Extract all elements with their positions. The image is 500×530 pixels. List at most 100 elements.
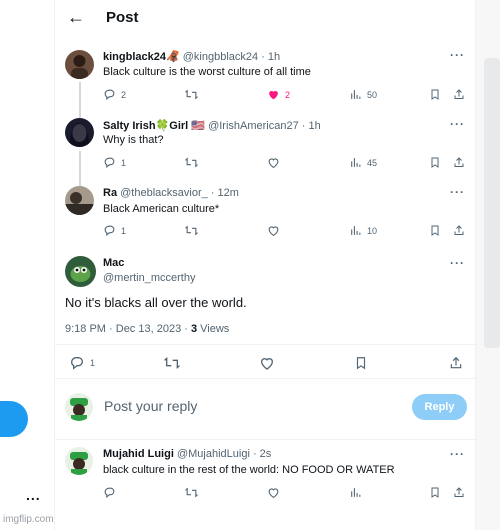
share-icon[interactable] (453, 486, 465, 499)
views-button[interactable]: 10 (349, 224, 377, 237)
author-name[interactable]: Mujahid Luigi (103, 448, 174, 460)
divider (55, 378, 477, 379)
author-handle[interactable]: @MujahidLuigi (177, 448, 250, 460)
author-name[interactable]: Salty Irish🍀Girl (103, 120, 188, 132)
reply-count: 2 (121, 89, 127, 100)
avatar[interactable] (65, 118, 94, 147)
views-icon (351, 90, 361, 99)
reply-button[interactable]: 2 (103, 88, 126, 101)
repost-button[interactable] (185, 486, 198, 499)
tweet-text: Black American culture* (103, 203, 220, 215)
reply-tweet[interactable]: Mujahid Luigi @MujahidLuigi · 2s ··· bla… (55, 444, 477, 510)
post-time[interactable]: · 1h (261, 51, 280, 63)
like-button[interactable] (259, 355, 275, 371)
repost-icon (164, 357, 180, 369)
author-handle[interactable]: @IrishAmerican27 (208, 120, 299, 132)
views-icon (351, 488, 361, 497)
like-button[interactable]: 2 (267, 88, 290, 101)
post-button[interactable] (0, 401, 28, 437)
repost-button[interactable] (185, 156, 198, 169)
reply-button[interactable]: 1 (103, 224, 126, 237)
search-bar[interactable] (484, 58, 500, 348)
tweet-text: black culture in the rest of the world: … (103, 464, 395, 476)
tweet-actions (103, 486, 467, 502)
post-time[interactable]: · 2s (253, 448, 271, 460)
post-text: No it's blacks all over the world. (65, 295, 247, 310)
more-icon[interactable]: ··· (450, 117, 465, 131)
author-name[interactable]: kingblack24 (103, 51, 166, 63)
reply-icon (104, 225, 115, 236)
main-post: Mac @mertin_mccerthy ··· No it's blacks … (55, 254, 477, 378)
tweet-text: Black culture is the worst culture of al… (103, 66, 311, 78)
more-icon[interactable]: ··· (450, 447, 465, 461)
thread-tweet[interactable]: Salty Irish🍀Girl 🇺🇸 @IrishAmerican27 · 1… (55, 115, 477, 189)
bookmark-icon[interactable] (429, 88, 441, 101)
reply-icon (104, 157, 115, 168)
thread-tweet[interactable]: Ra @theblacksavior_ · 12m ··· Black Amer… (55, 184, 477, 250)
share-icon[interactable] (453, 156, 465, 169)
views-button[interactable]: 45 (349, 156, 377, 169)
author-handle[interactable]: @mertin_mccerthy (103, 272, 195, 284)
post-metadata: 9:18 PM · Dec 13, 2023 · 3 Views (65, 323, 230, 335)
reply-button[interactable]: 1 (103, 156, 126, 169)
arrow-left-icon[interactable]: ← (67, 8, 85, 26)
repost-icon (185, 225, 198, 236)
bookmark-icon[interactable] (429, 486, 441, 499)
like-button[interactable] (267, 156, 280, 169)
more-options-button[interactable]: ... (26, 487, 41, 503)
author-handle[interactable]: @kingbblack24 (183, 51, 258, 63)
repost-button[interactable] (185, 224, 198, 237)
more-icon[interactable]: ··· (450, 48, 465, 62)
bookmark-icon[interactable] (354, 355, 368, 371)
views-count: 3 (190, 323, 198, 335)
heart-icon (260, 358, 274, 370)
views-icon (351, 226, 361, 235)
main-post-actions: 1 (69, 355, 465, 371)
author-name[interactable]: Ra (103, 187, 117, 199)
author-handle[interactable]: @theblacksavior_ (120, 187, 208, 199)
views-button[interactable] (349, 486, 362, 499)
view-count: 50 (367, 89, 378, 100)
share-icon[interactable] (453, 224, 465, 237)
post-time[interactable]: · 1h (302, 120, 321, 132)
author-emoji: 🍀 (155, 120, 170, 132)
heart-icon (268, 488, 279, 499)
thread-tweet[interactable]: kingblack24🦧 @kingbblack24 · 1h ··· Blac… (55, 46, 477, 118)
reply-icon (104, 89, 115, 100)
post-date[interactable]: Dec 13, 2023 (116, 323, 181, 335)
share-icon[interactable] (453, 88, 465, 101)
bookmark-icon[interactable] (429, 224, 441, 237)
repost-button[interactable] (185, 88, 198, 101)
share-icon[interactable] (449, 355, 463, 371)
like-button[interactable] (267, 224, 280, 237)
post-time[interactable]: 9:18 PM (65, 323, 106, 335)
post-time[interactable]: · 12m (211, 187, 239, 199)
avatar[interactable] (65, 256, 96, 287)
divider (55, 344, 477, 345)
flag-emoji: 🇺🇸 (191, 120, 205, 132)
bookmark-icon[interactable] (429, 156, 441, 169)
tweet-actions: 1 10 (103, 224, 467, 240)
more-icon[interactable]: ··· (450, 185, 465, 199)
more-icon[interactable]: ··· (450, 256, 465, 270)
reply-button[interactable]: 1 (69, 355, 95, 371)
author-name[interactable]: Mac (103, 257, 124, 269)
reply-submit-button[interactable]: Reply (412, 394, 467, 420)
repost-button[interactable] (164, 355, 180, 371)
avatar[interactable] (65, 186, 94, 215)
page-title: Post (106, 9, 139, 26)
tweet-text: Why is that? (103, 134, 164, 146)
reply-button[interactable] (103, 486, 116, 499)
views-button[interactable]: 50 (349, 88, 377, 101)
tweet-header: Ra @theblacksavior_ · 12m (103, 187, 239, 199)
reply-icon (70, 357, 83, 370)
reply-input[interactable]: Post your reply (104, 398, 197, 414)
post-column: ← Post kingblack24🦧 @kingbblack24 · 1h ·… (54, 0, 477, 530)
like-button[interactable] (267, 486, 280, 499)
tweet-actions: 1 45 (103, 156, 467, 172)
heart-icon (268, 158, 279, 169)
avatar[interactable] (65, 447, 93, 475)
heart-filled-icon (269, 90, 278, 100)
avatar[interactable] (65, 50, 94, 79)
user-avatar[interactable] (65, 393, 93, 421)
